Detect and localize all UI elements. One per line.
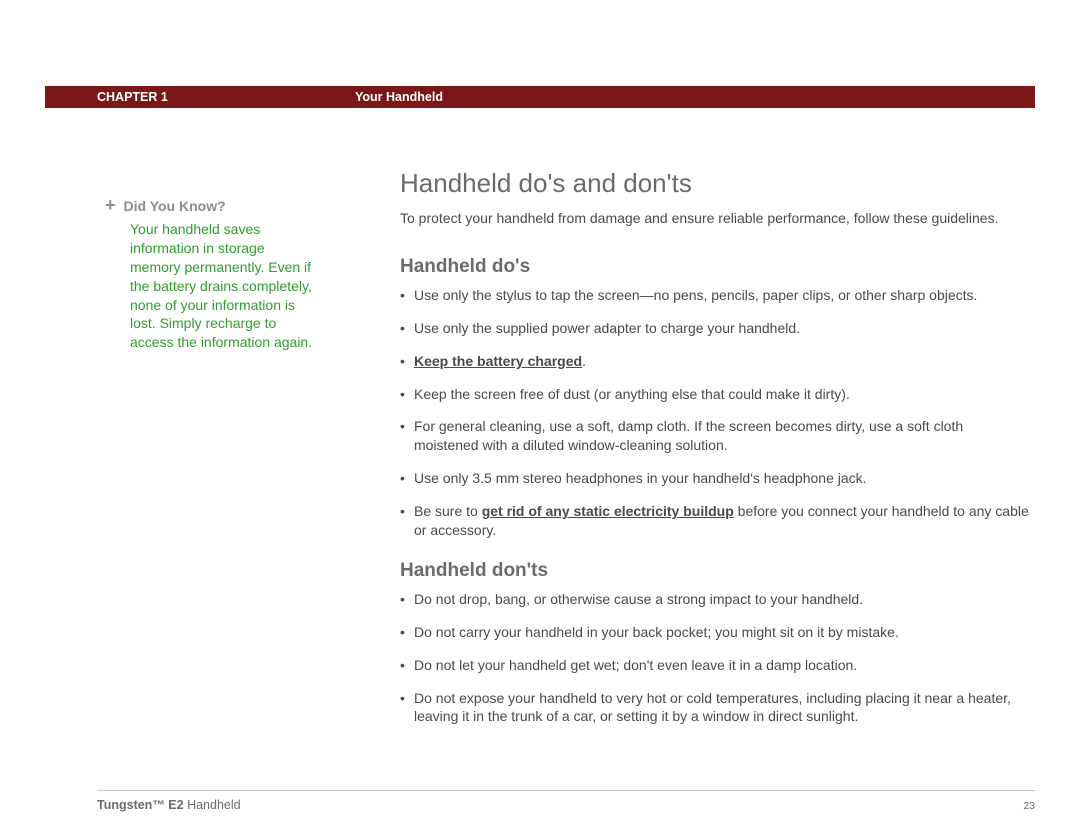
dos-list: Use only the stylus to tap the screen—no… (400, 286, 1030, 540)
list-item: Keep the screen free of dust (or anythin… (400, 385, 1030, 404)
did-you-know-body: Your handheld saves information in stora… (105, 220, 315, 352)
page-footer: Tungsten™ E2 Handheld 23 (97, 798, 1035, 812)
donts-heading: Handheld don'ts (400, 560, 1030, 582)
dos-heading: Handheld do's (400, 256, 1030, 278)
list-item: Use only the supplied power adapter to c… (400, 319, 1030, 338)
footer-divider (97, 790, 1035, 791)
list-item-suffix: . (582, 353, 586, 369)
did-you-know-sidebar: + Did You Know? Your handheld saves info… (105, 198, 315, 352)
chapter-label: CHAPTER 1 (45, 90, 355, 104)
intro-text: To protect your handheld from damage and… (400, 209, 1030, 228)
list-item: Do not expose your handheld to very hot … (400, 689, 1030, 727)
donts-list: Do not drop, bang, or otherwise cause a … (400, 590, 1030, 726)
footer-model-suffix: Handheld (184, 798, 241, 812)
list-item: Use only the stylus to tap the screen—no… (400, 286, 1030, 305)
main-content: Handheld do's and don'ts To protect your… (400, 168, 1030, 746)
list-item: Keep the battery charged. (400, 352, 1030, 371)
did-you-know-heading: Did You Know? (124, 198, 226, 214)
plus-icon: + (105, 198, 116, 212)
list-item: Be sure to get rid of any static electri… (400, 502, 1030, 540)
footer-model: Tungsten™ E2 Handheld (97, 798, 241, 812)
list-item: Use only 3.5 mm stereo headphones in you… (400, 469, 1030, 488)
keep-battery-charged-link[interactable]: Keep the battery charged (414, 353, 582, 369)
list-item: Do not let your handheld get wet; don't … (400, 656, 1030, 675)
list-item-prefix: Be sure to (414, 503, 482, 519)
chapter-title: Your Handheld (355, 90, 443, 104)
page-number: 23 (1023, 800, 1035, 812)
list-item: Do not carry your handheld in your back … (400, 623, 1030, 642)
list-item: Do not drop, bang, or otherwise cause a … (400, 590, 1030, 609)
page-title: Handheld do's and don'ts (400, 168, 1030, 199)
did-you-know-heading-row: + Did You Know? (105, 198, 315, 214)
static-electricity-link[interactable]: get rid of any static electricity buildu… (482, 503, 734, 519)
chapter-header-bar: CHAPTER 1 Your Handheld (45, 86, 1035, 108)
footer-model-name: Tungsten™ E2 (97, 798, 184, 812)
list-item: For general cleaning, use a soft, damp c… (400, 417, 1030, 455)
